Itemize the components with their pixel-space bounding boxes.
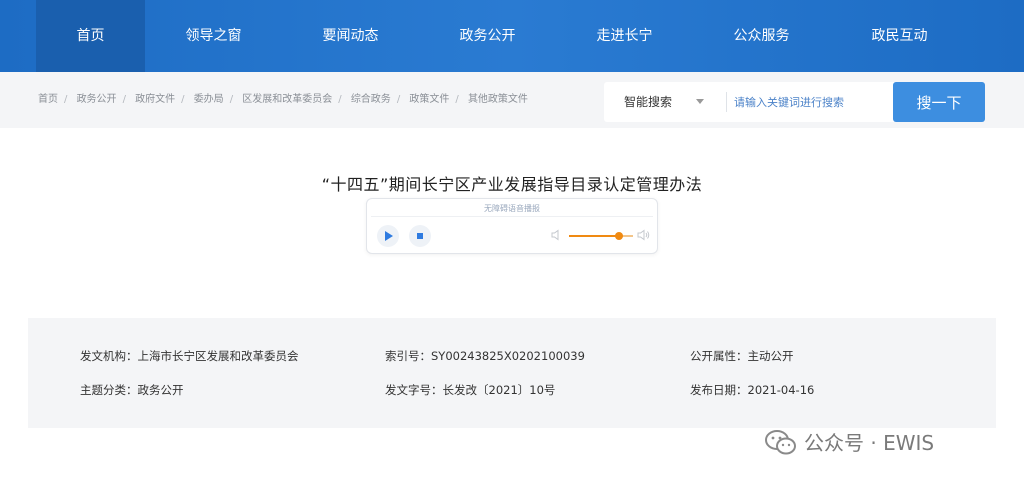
- volume-slider[interactable]: [569, 232, 633, 240]
- nav-item-public-services[interactable]: 公众服务: [707, 0, 816, 72]
- breadcrumb: 首页 / 政务公开 / 政府文件 / 委办局 / 区发展和改革委员会 / 综合政务 / 政策…: [38, 72, 528, 128]
- audio-player-label: 无障碍语音播报: [484, 204, 540, 213]
- breadcrumb-separator: /: [229, 94, 234, 105]
- nav-item-about-changning[interactable]: 走进长宁: [570, 0, 679, 72]
- nav-item-news[interactable]: 要闻动态: [296, 0, 405, 72]
- breadcrumb-item[interactable]: 委办局: [194, 94, 224, 105]
- breadcrumb-separator: /: [338, 94, 342, 105]
- volume-high-icon[interactable]: [637, 229, 651, 241]
- search-button[interactable]: 搜一下: [893, 82, 985, 122]
- stop-button[interactable]: [409, 225, 431, 247]
- meta-index-number: 索引号：SY00243825X0202100039: [385, 349, 585, 363]
- meta-publicity: 公开属性：主动公开: [690, 349, 794, 363]
- nav-item-government-affairs[interactable]: 政务公开: [433, 0, 542, 72]
- breadcrumb-item[interactable]: 其他政策文件: [468, 94, 528, 105]
- breadcrumb-separator: /: [396, 94, 401, 105]
- volume-slider-handle[interactable]: [614, 232, 623, 240]
- breadcrumb-separator: /: [181, 94, 185, 105]
- breadcrumb-separator: /: [122, 94, 126, 105]
- search-scope-label: 智能搜索: [624, 95, 673, 109]
- chevron-down-icon: [696, 99, 704, 104]
- breadcrumb-item[interactable]: 首页: [38, 94, 58, 105]
- volume-fill: [569, 235, 619, 237]
- play-button[interactable]: [377, 225, 399, 247]
- meta-topic: 主题分类：政务公开: [80, 383, 184, 397]
- meta-publish-date: 发布日期：2021-04-16: [690, 383, 815, 397]
- meta-document-number: 发文字号：长发改〔2021〕10号: [385, 383, 556, 397]
- nav-item-leaders[interactable]: 领导之窗: [159, 0, 268, 72]
- breadcrumb-item[interactable]: 综合政务: [351, 94, 391, 105]
- nav-item-home[interactable]: 首页: [36, 0, 145, 72]
- divider: [371, 216, 653, 217]
- breadcrumb-separator: /: [64, 94, 68, 105]
- top-nav: 首页 领导之窗 要闻动态 政务公开 走进长宁 公众服务 政民互动: [0, 0, 1024, 72]
- volume-low-icon[interactable]: [551, 229, 563, 241]
- breadcrumb-item[interactable]: 政府文件: [135, 94, 175, 105]
- search-input[interactable]: [734, 88, 884, 116]
- watermark-text: 公众号 · EWIS: [804, 431, 935, 455]
- breadcrumb-item[interactable]: 区发展和改革委员会: [242, 94, 332, 105]
- breadcrumb-separator: /: [455, 94, 459, 105]
- breadcrumb-item[interactable]: 政策文件: [409, 94, 449, 105]
- meta-issuer: 发文机构：上海市长宁区发展和改革委员会: [80, 349, 299, 363]
- search-divider: [726, 92, 727, 112]
- breadcrumb-item[interactable]: 政务公开: [77, 94, 117, 105]
- wechat-icon: [765, 430, 796, 455]
- search-box: 智能搜索 搜一下: [604, 82, 985, 122]
- document-meta-panel: 发文机构：上海市长宁区发展和改革委员会 索引号：SY00243825X02021…: [28, 318, 996, 428]
- audio-player: 无障碍语音播报: [366, 198, 658, 254]
- search-scope-select[interactable]: 智能搜索: [604, 82, 724, 122]
- page-title: “十四五”期间长宁区产业发展指导目录认定管理办法: [321, 175, 703, 194]
- nav-item-interaction[interactable]: 政民互动: [845, 0, 954, 72]
